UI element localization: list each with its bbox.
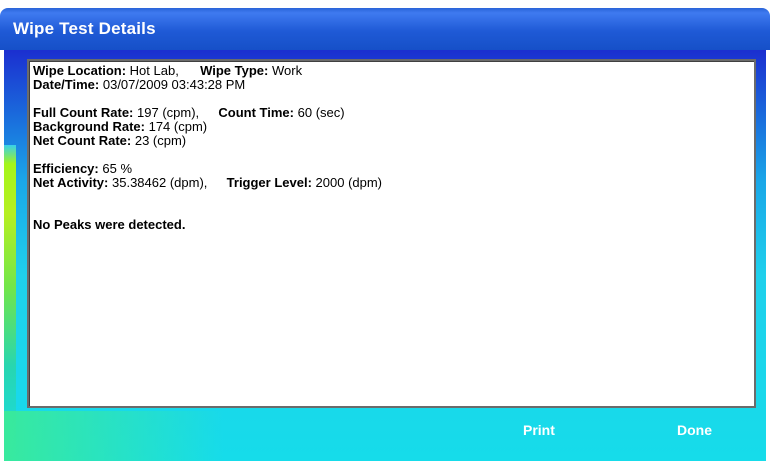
efficiency-line: Efficiency: 65 % xyxy=(33,162,750,176)
efficiency-value: 65 % xyxy=(102,161,133,176)
wipe-location-label: Wipe Location: xyxy=(33,63,127,78)
bottom-glow xyxy=(4,411,224,461)
peaks-line: No Peaks were detected. xyxy=(33,218,750,232)
peaks-message: No Peaks were detected. xyxy=(33,217,186,232)
full-count-line: Full Count Rate: 197 (cpm), Count Time: … xyxy=(33,106,750,120)
net-activity-label: Net Activity: xyxy=(33,175,109,190)
net-count-line: Net Count Rate: 23 (cpm) xyxy=(33,134,750,148)
full-count-value: 197 (cpm), xyxy=(137,105,200,120)
report-text-box[interactable]: Wipe Location: Hot Lab, Wipe Type: Work … xyxy=(27,59,756,408)
net-activity-line: Net Activity: 35.38462 (dpm), Trigger Le… xyxy=(33,176,750,190)
trigger-level-label: Trigger Level: xyxy=(226,175,312,190)
net-activity-value: 35.38462 (dpm), xyxy=(112,175,208,190)
trigger-level-value: 2000 (dpm) xyxy=(315,175,383,190)
datetime-label: Date/Time: xyxy=(33,77,100,92)
net-count-value: 23 (cpm) xyxy=(134,133,187,148)
background-value: 174 (cpm) xyxy=(148,119,208,134)
done-button[interactable]: Done xyxy=(677,422,712,438)
datetime-line: Date/Time: 03/07/2009 03:43:28 PM xyxy=(33,78,750,92)
wipe-type-label: Wipe Type: xyxy=(200,63,269,78)
count-time-value: 60 (sec) xyxy=(297,105,345,120)
wipe-test-details-window: Wipe Test Details Wipe Location: Hot Lab… xyxy=(0,0,770,461)
datetime-value: 03/07/2009 03:43:28 PM xyxy=(102,77,246,92)
window-title: Wipe Test Details xyxy=(13,19,156,38)
dialog-client-area: Wipe Location: Hot Lab, Wipe Type: Work … xyxy=(4,50,766,461)
net-count-label: Net Count Rate: xyxy=(33,133,132,148)
count-time-label: Count Time: xyxy=(218,105,294,120)
print-button[interactable]: Print xyxy=(523,422,555,438)
title-bar[interactable]: Wipe Test Details xyxy=(0,8,770,50)
wipe-location-value: Hot Lab, xyxy=(129,63,179,78)
efficiency-label: Efficiency: xyxy=(33,161,99,176)
full-count-label: Full Count Rate: xyxy=(33,105,134,120)
location-line: Wipe Location: Hot Lab, Wipe Type: Work xyxy=(33,64,750,78)
background-line: Background Rate: 174 (cpm) xyxy=(33,120,750,134)
wipe-type-value: Work xyxy=(271,63,303,78)
background-label: Background Rate: xyxy=(33,119,145,134)
